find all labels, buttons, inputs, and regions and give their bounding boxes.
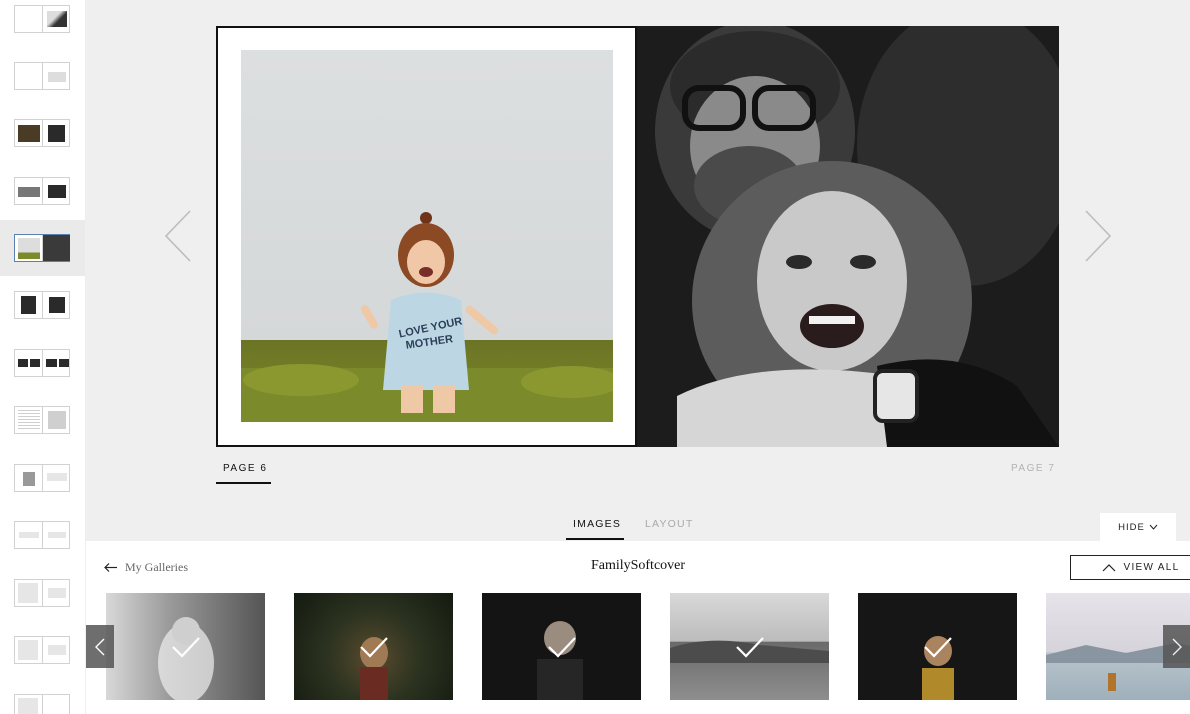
page-thumbnail-sidebar: [0, 0, 85, 714]
gallery-title: FamilySoftcover: [590, 558, 686, 573]
chevron-right-icon: [1085, 210, 1112, 262]
gallery-thumbnail[interactable]: [106, 593, 265, 700]
hide-button-label: HIDE: [1118, 521, 1145, 533]
sidebar-spread-5[interactable]: [0, 220, 85, 276]
sidebar-spread-12[interactable]: [0, 622, 85, 678]
sidebar-spread-11[interactable]: [0, 565, 85, 621]
left-page-label[interactable]: PAGE 6: [223, 463, 267, 474]
gallery-previous-arrow[interactable]: [86, 625, 114, 668]
checkmark-icon: [359, 636, 388, 658]
spread-thumbnail: [14, 464, 70, 492]
chevron-up-icon: [1102, 563, 1115, 571]
spread-thumbnail: [14, 119, 70, 147]
book-spread: LOVE YOUR MOTHER: [216, 26, 1059, 447]
chevron-right-icon: [1172, 638, 1182, 655]
next-spread-arrow[interactable]: [1080, 208, 1116, 264]
checkmark-icon: [735, 636, 764, 658]
spread-thumbnail: [14, 694, 70, 714]
left-page[interactable]: LOVE YOUR MOTHER: [216, 26, 637, 447]
gallery-thumbnail[interactable]: [670, 593, 829, 700]
chevron-left-icon: [164, 210, 191, 262]
chevron-left-icon: [95, 638, 105, 655]
child-on-sofa-image: LOVE YOUR MOTHER: [241, 212, 613, 422]
spread-thumbnail: [14, 291, 70, 319]
sidebar-spread-4[interactable]: [0, 163, 85, 219]
active-tab-underline: [566, 538, 624, 540]
sidebar-spread-7[interactable]: [0, 335, 85, 391]
father-and-daughter-image: [637, 26, 1059, 447]
sidebar-spread-13[interactable]: [0, 680, 85, 714]
sidebar-spread-10[interactable]: [0, 507, 85, 563]
sidebar-spread-8[interactable]: [0, 392, 85, 448]
spread-thumbnail: [14, 177, 70, 205]
chevron-down-icon: [1149, 524, 1158, 530]
spread-thumbnail: [14, 5, 70, 33]
previous-spread-arrow[interactable]: [160, 208, 196, 264]
tab-images[interactable]: IMAGES: [573, 518, 621, 530]
sidebar-spread-3[interactable]: [0, 105, 85, 161]
left-page-underline: [216, 482, 271, 484]
spread-thumbnail: [14, 521, 70, 549]
tab-layout[interactable]: LAYOUT: [645, 518, 693, 530]
checkmark-icon: [923, 636, 952, 658]
left-page-photo[interactable]: LOVE YOUR MOTHER: [241, 50, 613, 422]
gallery-next-arrow[interactable]: [1163, 625, 1190, 668]
gallery-thumbnail[interactable]: [294, 593, 453, 700]
gallery-thumbnail[interactable]: [482, 593, 641, 700]
spread-thumbnail: [14, 579, 70, 607]
gallery-thumbnail[interactable]: [858, 593, 1017, 700]
view-all-button[interactable]: VIEW ALL: [1070, 555, 1190, 580]
spread-thumbnail: [14, 349, 70, 377]
sidebar-spread-2[interactable]: [0, 48, 85, 104]
checkmark-icon: [171, 636, 200, 658]
sidebar-spread-6[interactable]: [0, 277, 85, 333]
spread-thumbnail: [14, 406, 70, 434]
checkmark-icon: [547, 636, 576, 658]
hide-button[interactable]: HIDE: [1100, 513, 1176, 541]
view-all-label: VIEW ALL: [1123, 562, 1180, 573]
spread-thumbnail: [14, 234, 70, 262]
spread-thumbnail: [14, 636, 70, 664]
image-gallery-panel: My Galleries FamilySoftcover VIEW ALL: [86, 541, 1190, 714]
right-page-photo[interactable]: [637, 26, 1059, 447]
sidebar-spread-9[interactable]: [0, 450, 85, 506]
right-page-label[interactable]: PAGE 7: [1011, 463, 1055, 474]
spread-thumbnail: [14, 62, 70, 90]
